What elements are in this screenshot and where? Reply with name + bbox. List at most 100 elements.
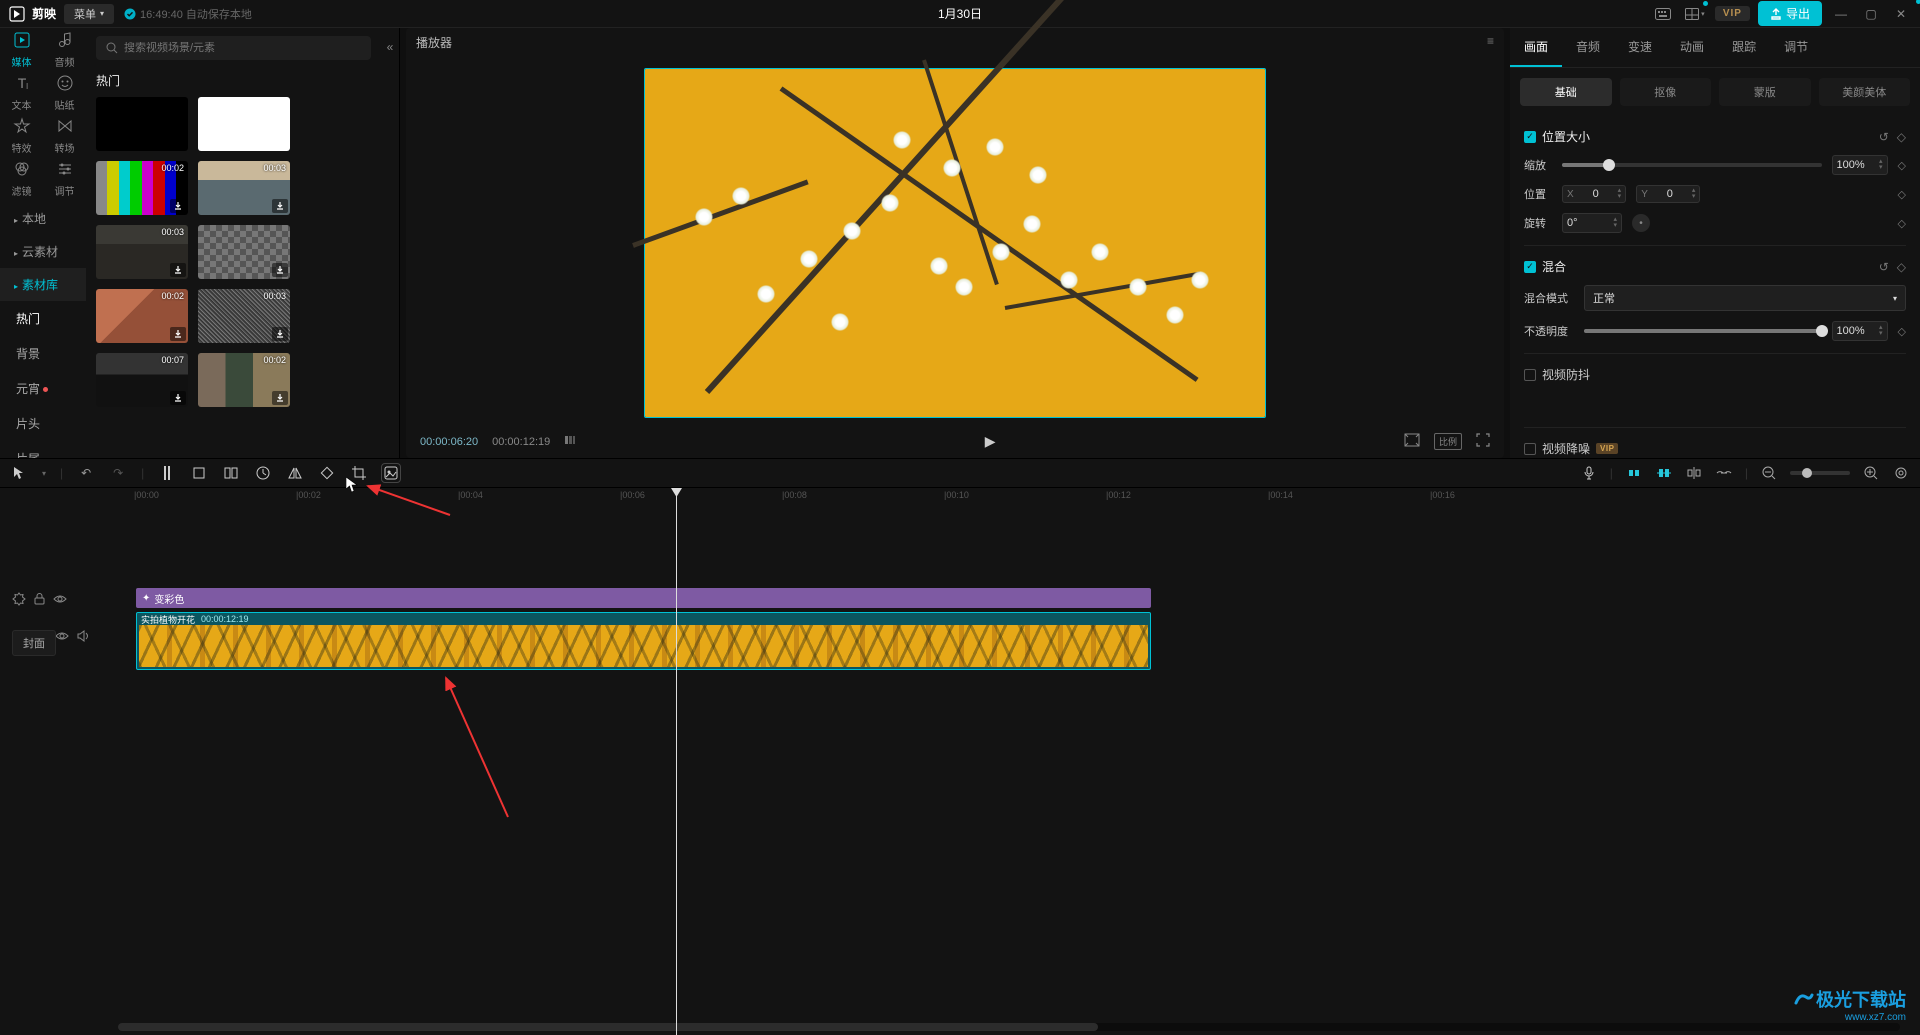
rotation-input[interactable]: 0°▴▾ bbox=[1562, 213, 1622, 233]
zoom-in-icon[interactable] bbox=[1862, 464, 1880, 482]
media-tab-audio[interactable]: 音频 bbox=[43, 28, 86, 71]
asset-thumbnail[interactable]: 00:02 bbox=[96, 289, 188, 343]
blend-mode-select[interactable]: 正常▾ bbox=[1584, 285, 1906, 311]
keyframe-icon[interactable]: ◇ bbox=[1898, 217, 1906, 230]
search-box[interactable] bbox=[96, 36, 371, 60]
delete-tool[interactable] bbox=[190, 464, 208, 482]
scale-input[interactable]: 100%▴▾ bbox=[1832, 155, 1888, 175]
keyframe-icon[interactable]: ◇ bbox=[1897, 130, 1906, 144]
media-tab-effect[interactable]: 特效 bbox=[0, 114, 43, 157]
columns-icon[interactable] bbox=[564, 434, 576, 449]
asset-thumbnail[interactable] bbox=[96, 97, 188, 151]
asset-thumbnail[interactable]: 00:03 bbox=[96, 225, 188, 279]
close-button[interactable]: ✕ bbox=[1890, 3, 1912, 25]
rotate-tool[interactable] bbox=[318, 464, 336, 482]
pos-y-input[interactable]: Y0▴▾ bbox=[1636, 185, 1700, 203]
asset-thumbnail[interactable]: 00:02 bbox=[96, 161, 188, 215]
snap-icon[interactable] bbox=[1655, 464, 1673, 482]
minimize-button[interactable]: — bbox=[1830, 3, 1852, 25]
category-item[interactable]: ▸素材库 bbox=[0, 268, 86, 301]
property-subtab[interactable]: 美颜美体 bbox=[1819, 78, 1911, 106]
property-tab[interactable]: 跟踪 bbox=[1718, 28, 1770, 67]
ratio-icon[interactable]: 比例 bbox=[1434, 433, 1462, 450]
asset-thumbnail[interactable]: 00:03 bbox=[198, 161, 290, 215]
subcategory-item[interactable]: 片头 bbox=[0, 406, 86, 441]
download-icon[interactable] bbox=[170, 263, 186, 277]
property-tab[interactable]: 动画 bbox=[1666, 28, 1718, 67]
zoom-fit-icon[interactable] bbox=[1892, 464, 1910, 482]
ripple-delete-tool[interactable] bbox=[222, 464, 240, 482]
speed-tool[interactable] bbox=[254, 464, 272, 482]
download-icon[interactable] bbox=[170, 199, 186, 213]
preview-viewport[interactable] bbox=[406, 57, 1504, 425]
fullscreen-icon[interactable] bbox=[1476, 433, 1490, 450]
export-button[interactable]: 导出 bbox=[1758, 1, 1822, 26]
download-icon[interactable] bbox=[272, 391, 288, 405]
asset-thumbnail[interactable]: 00:02 bbox=[198, 353, 290, 407]
lock-icon[interactable] bbox=[34, 593, 45, 608]
reset-icon[interactable]: ↺ bbox=[1879, 130, 1889, 144]
asset-thumbnail[interactable] bbox=[198, 225, 290, 279]
select-tool[interactable] bbox=[10, 464, 28, 482]
effect-track[interactable]: ✦ 变彩色 bbox=[136, 588, 1151, 608]
download-icon[interactable] bbox=[170, 391, 186, 405]
mic-icon[interactable] bbox=[1580, 464, 1598, 482]
eye-icon[interactable] bbox=[53, 594, 67, 607]
panel-collapse-button[interactable]: « bbox=[381, 28, 399, 458]
media-tab-transition[interactable]: 转场 bbox=[43, 114, 86, 157]
media-tab-sticker[interactable]: 贴纸 bbox=[43, 71, 86, 114]
track-settings-icon[interactable] bbox=[12, 592, 26, 609]
preview-menu-icon[interactable]: ≡ bbox=[1487, 34, 1494, 51]
opacity-slider[interactable] bbox=[1584, 329, 1822, 333]
pos-x-input[interactable]: X0▴▾ bbox=[1562, 185, 1626, 203]
mute-icon[interactable] bbox=[77, 630, 89, 645]
video-clip[interactable]: 实拍植物开花 00:00:12:19 bbox=[136, 612, 1151, 670]
section-stabilize[interactable]: ✓视频防抖 bbox=[1524, 366, 1906, 383]
property-tab[interactable]: 调节 bbox=[1770, 28, 1822, 67]
opacity-input[interactable]: 100%▴▾ bbox=[1832, 321, 1888, 341]
keyframe-icon[interactable]: ◇ bbox=[1898, 159, 1906, 172]
media-tab-text[interactable]: TI文本 bbox=[0, 71, 43, 114]
link-icon[interactable] bbox=[1715, 464, 1733, 482]
download-icon[interactable] bbox=[272, 327, 288, 341]
subcategory-item[interactable]: 热门 bbox=[0, 301, 86, 336]
cover-button[interactable]: 封面 bbox=[12, 630, 56, 656]
section-position-size[interactable]: ✓位置大小 ↺◇ bbox=[1524, 128, 1906, 145]
property-subtab[interactable]: 蒙版 bbox=[1719, 78, 1811, 106]
vip-button[interactable]: VIP bbox=[1715, 6, 1750, 21]
property-tab[interactable]: 画面 bbox=[1510, 28, 1562, 67]
rotation-dial[interactable]: • bbox=[1632, 214, 1650, 232]
playhead[interactable] bbox=[676, 488, 677, 1035]
timeline-scrollbar[interactable] bbox=[118, 1023, 1900, 1031]
download-icon[interactable] bbox=[272, 199, 288, 213]
play-button[interactable]: ▶ bbox=[985, 433, 996, 450]
media-tab-media[interactable]: 媒体 bbox=[0, 28, 43, 71]
maximize-button[interactable]: ▢ bbox=[1860, 3, 1882, 25]
search-input[interactable] bbox=[124, 42, 361, 54]
section-blend[interactable]: ✓混合 ↺◇ bbox=[1524, 258, 1906, 275]
category-item[interactable]: ▸云素材 bbox=[0, 235, 86, 268]
property-tab[interactable]: 音频 bbox=[1562, 28, 1614, 67]
layout-icon[interactable]: ▾ bbox=[1683, 2, 1707, 26]
safe-area-icon[interactable] bbox=[1404, 433, 1420, 450]
magnet-on-icon[interactable] bbox=[1625, 464, 1643, 482]
subcategory-item[interactable]: 元宵 bbox=[0, 371, 86, 406]
download-icon[interactable] bbox=[272, 263, 288, 277]
scale-slider[interactable] bbox=[1562, 163, 1822, 167]
property-subtab[interactable]: 基础 bbox=[1520, 78, 1612, 106]
media-tab-adjust[interactable]: 调节 bbox=[43, 157, 86, 200]
property-tab[interactable]: 变速 bbox=[1614, 28, 1666, 67]
shortcut-icon[interactable] bbox=[1651, 2, 1675, 26]
keyframe-icon[interactable]: ◇ bbox=[1897, 260, 1906, 274]
mirror-tool[interactable] bbox=[286, 464, 304, 482]
menu-button[interactable]: 菜单▾ bbox=[64, 4, 114, 24]
preview-line-icon[interactable] bbox=[1685, 464, 1703, 482]
keyframe-icon[interactable]: ◇ bbox=[1898, 188, 1906, 201]
eye-icon[interactable] bbox=[55, 631, 69, 644]
section-denoise[interactable]: ✓视频降噪 VIP bbox=[1524, 440, 1906, 457]
reset-icon[interactable]: ↺ bbox=[1879, 260, 1889, 274]
asset-thumbnail[interactable]: 00:03 bbox=[198, 289, 290, 343]
media-tab-filter[interactable]: 滤镜 bbox=[0, 157, 43, 200]
zoom-out-icon[interactable] bbox=[1760, 464, 1778, 482]
asset-thumbnail[interactable]: 00:07 bbox=[96, 353, 188, 407]
